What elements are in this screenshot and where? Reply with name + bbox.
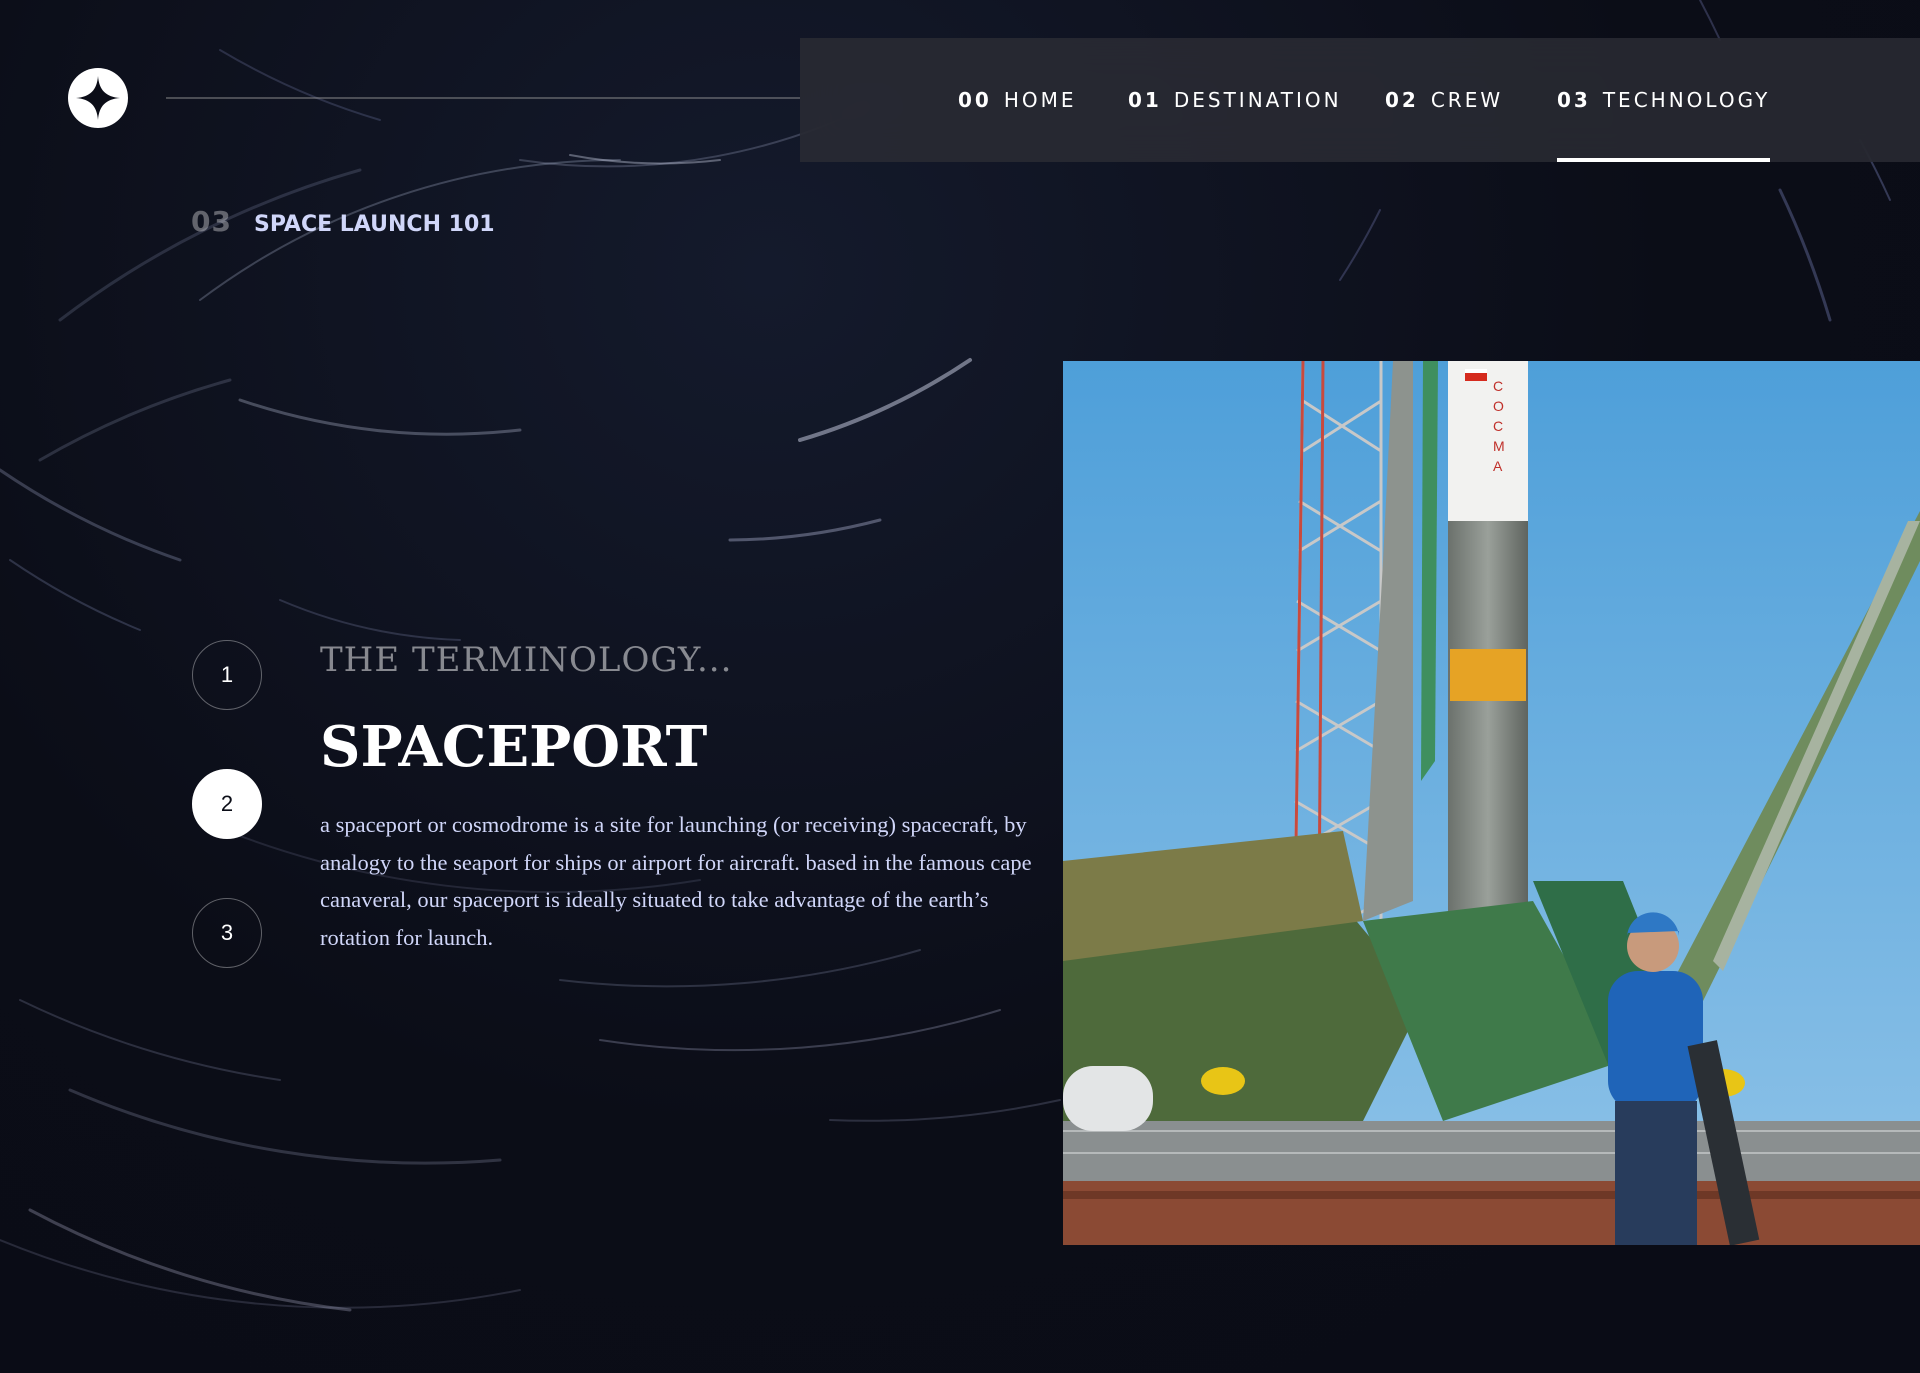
technology-title: SPACEPORT xyxy=(320,714,708,780)
svg-text:C: C xyxy=(1493,378,1503,394)
svg-text:C: C xyxy=(1493,418,1503,434)
page-heading-number: 03 xyxy=(191,205,232,238)
nav-number: 03 xyxy=(1557,88,1591,112)
nav-label: DESTINATION xyxy=(1173,88,1342,112)
step-button-1[interactable]: 1 xyxy=(192,640,262,710)
terminology-subheading: THE TERMINOLOGY... xyxy=(320,640,733,680)
technology-description: a spaceport or cosmodrome is a site for … xyxy=(320,812,1032,950)
nav-number: 01 xyxy=(1128,88,1162,112)
nav-destination[interactable]: 01 DESTINATION xyxy=(1128,38,1342,162)
page-heading: 03 SPACE LAUNCH 101 xyxy=(191,205,495,238)
nav-number: 00 xyxy=(958,88,992,112)
step-button-2[interactable]: 2 xyxy=(192,769,262,839)
logo[interactable] xyxy=(68,68,128,128)
step-button-3[interactable]: 3 xyxy=(192,898,262,968)
svg-text:A: A xyxy=(1493,458,1503,474)
nav-crew[interactable]: 02 CREW xyxy=(1385,38,1503,162)
nav-number: 02 xyxy=(1385,88,1419,112)
nav-technology[interactable]: 03 TECHNOLOGY xyxy=(1557,38,1771,162)
spaceport-illustration: C O C M A xyxy=(1063,361,1920,1245)
page-heading-text: SPACE LAUNCH 101 xyxy=(253,212,495,237)
nav-label: TECHNOLOGY xyxy=(1602,88,1771,112)
svg-text:O: O xyxy=(1493,398,1504,414)
spaceport-image: C O C M A xyxy=(1063,361,1920,1245)
page: 00 HOME 01 DESTINATION 02 CREW 03 TECHNO… xyxy=(0,0,1920,1373)
header-divider xyxy=(166,97,800,99)
nav-home[interactable]: 00 HOME xyxy=(958,38,1077,162)
main-nav: 00 HOME 01 DESTINATION 02 CREW 03 TECHNO… xyxy=(800,38,1920,162)
nav-label: CREW xyxy=(1430,88,1504,112)
star-logo-icon xyxy=(76,76,120,120)
nav-label: HOME xyxy=(1003,88,1077,112)
svg-text:M: M xyxy=(1493,438,1505,454)
